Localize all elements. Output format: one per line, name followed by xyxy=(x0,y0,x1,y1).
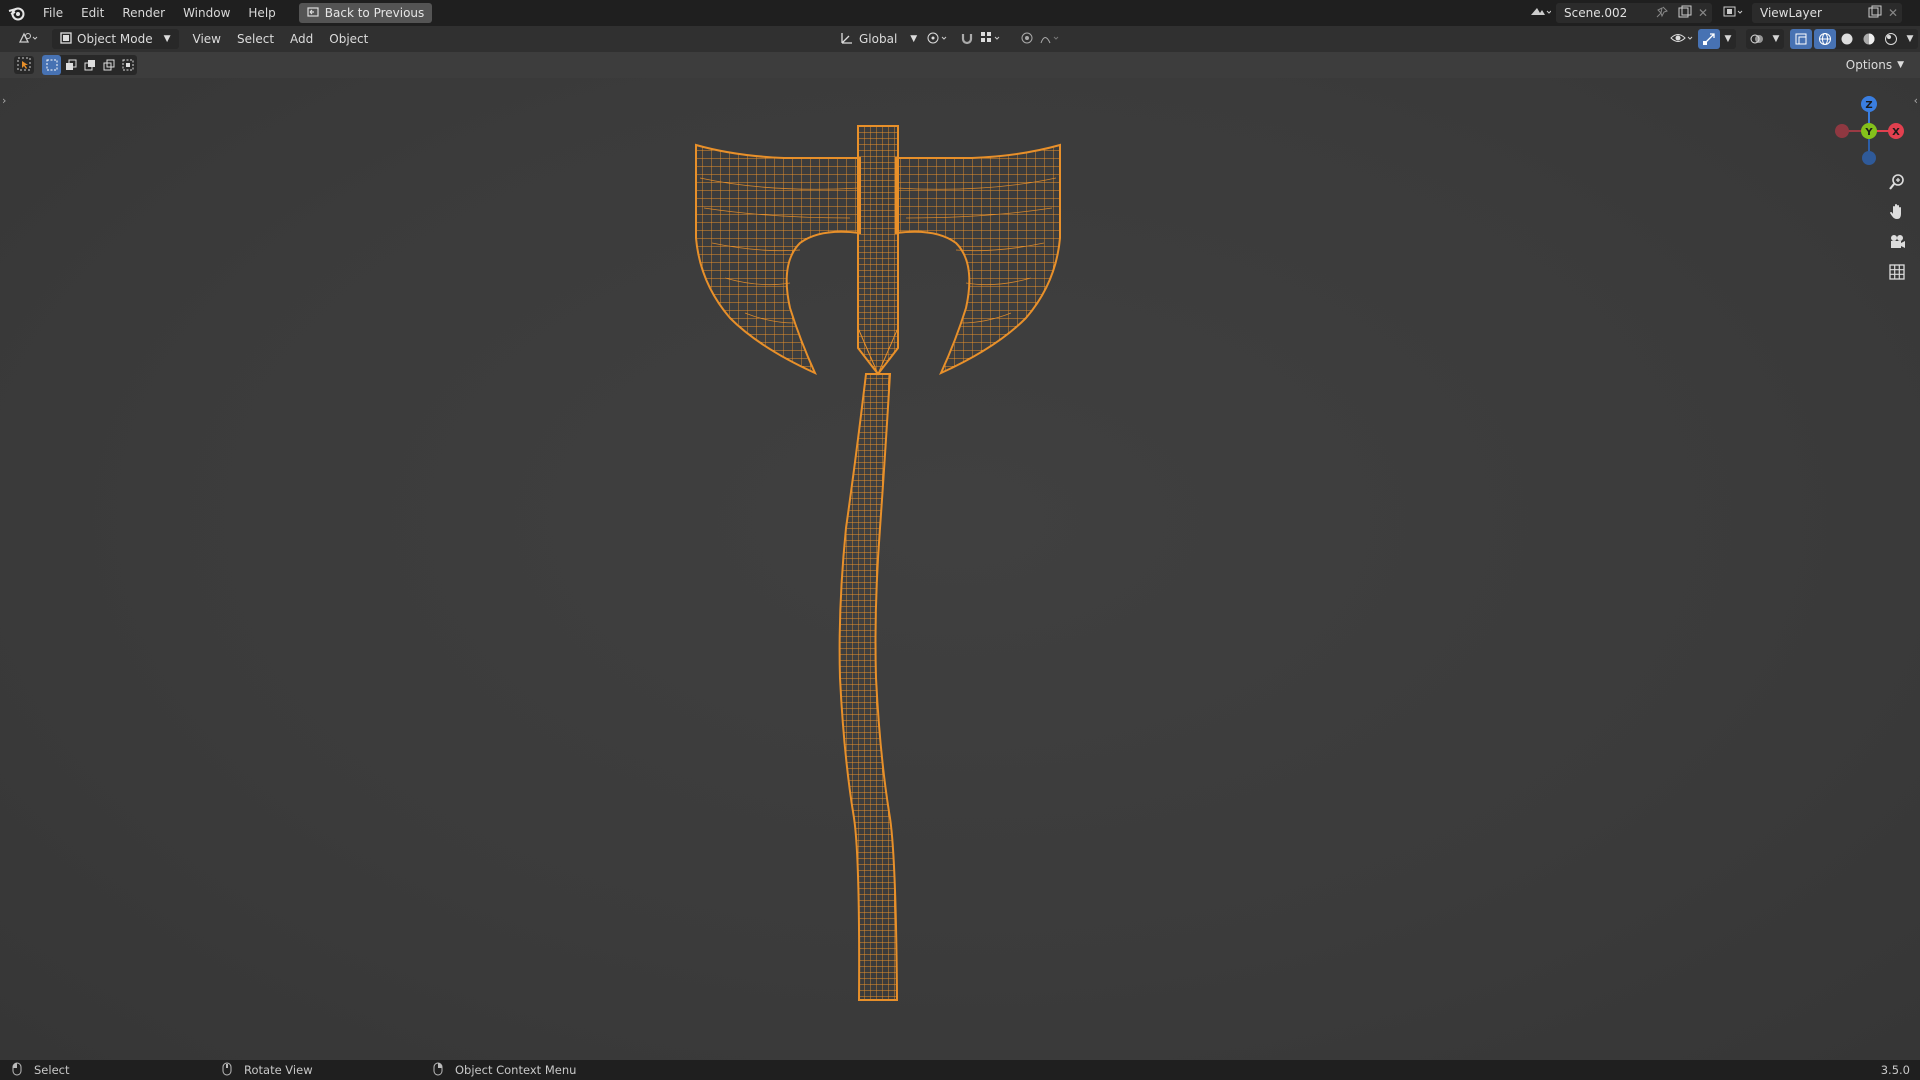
scene-browse-button[interactable] xyxy=(1524,3,1556,23)
options-label: Options xyxy=(1845,58,1893,72)
menu-render[interactable]: Render xyxy=(113,0,174,26)
menu-window[interactable]: Window xyxy=(174,0,239,26)
falloff-curve-icon xyxy=(1040,31,1064,48)
overlay-dropdown-icon[interactable]: ▼ xyxy=(1768,29,1784,49)
gizmo-neg-z[interactable] xyxy=(1862,151,1876,165)
mouse-middle-icon xyxy=(222,1062,232,1079)
eye-icon xyxy=(1670,31,1696,48)
tool-settings-bar: Options ▼ xyxy=(0,52,1920,78)
overlay-icon[interactable] xyxy=(1746,29,1768,49)
delete-scene-icon[interactable]: ✕ xyxy=(1698,6,1708,20)
viewlayer-name-field[interactable]: ViewLayer ✕ xyxy=(1752,3,1902,23)
shading-mode-group: ▼ xyxy=(1814,29,1918,49)
transform-orientation-dropdown[interactable]: Global ▼ xyxy=(832,29,925,49)
snap-grid-icon xyxy=(980,31,1004,48)
version-label: 3.5.0 xyxy=(1880,1063,1910,1077)
status-rotate-label: Rotate View xyxy=(244,1063,313,1077)
object-mode-icon xyxy=(60,31,72,47)
wireframe-shading-icon[interactable] xyxy=(1814,29,1836,49)
view-layer-name: ViewLayer xyxy=(1760,6,1822,20)
selection-mode-group xyxy=(42,55,137,75)
menu-view[interactable]: View xyxy=(185,29,229,49)
status-context-label: Object Context Menu xyxy=(455,1063,577,1077)
xray-toggle xyxy=(1790,29,1812,49)
menu-add[interactable]: Add xyxy=(282,29,321,49)
object-mode-dropdown[interactable]: Object Mode ▼ xyxy=(52,29,179,49)
back-icon xyxy=(307,6,319,21)
camera-view-button[interactable] xyxy=(1884,230,1910,256)
status-bar: Select Rotate View Object Context Menu 3… xyxy=(0,1060,1920,1080)
material-shading-icon[interactable] xyxy=(1858,29,1880,49)
viewport-header: Object Mode ▼ View Select Add Object Glo… xyxy=(0,26,1920,52)
new-viewlayer-icon[interactable] xyxy=(1868,5,1882,22)
status-context-menu: Object Context Menu xyxy=(433,1062,576,1079)
gizmo-z-label: Z xyxy=(1865,100,1872,111)
navigation-gizmo[interactable]: Z X Y xyxy=(1824,86,1914,176)
scene-name-field[interactable]: Scene.002 ✕ xyxy=(1556,3,1712,23)
chevron-down-icon: ▼ xyxy=(910,34,918,44)
orientation-icon xyxy=(840,31,854,48)
scene-name: Scene.002 xyxy=(1564,6,1628,20)
zoom-icon xyxy=(1888,173,1906,194)
axe-wireframe-mesh[interactable] xyxy=(0,78,1920,1060)
orientation-label: Global xyxy=(859,32,898,46)
gizmo-dropdown-icon[interactable]: ▼ xyxy=(1720,29,1736,49)
status-select-label: Select xyxy=(34,1063,70,1077)
3d-viewport[interactable]: › ‹ Z X Y xyxy=(0,78,1920,1060)
new-scene-icon[interactable] xyxy=(1678,5,1692,22)
gizmo-toggle-group: ▼ xyxy=(1698,29,1736,49)
editor-type-button[interactable] xyxy=(10,29,48,49)
back-button-label: Back to Previous xyxy=(324,6,425,20)
set-new-selection-icon[interactable] xyxy=(42,55,61,75)
hand-icon xyxy=(1888,203,1906,224)
solid-shading-icon[interactable] xyxy=(1836,29,1858,49)
gizmo-x-label: X xyxy=(1892,127,1900,138)
gizmo-neg-x[interactable] xyxy=(1835,124,1849,138)
snap-target-dropdown[interactable] xyxy=(972,29,1012,49)
menu-select[interactable]: Select xyxy=(229,29,282,49)
top-bar: File Edit Render Window Help Back to Pre… xyxy=(0,0,1920,26)
viewlayer-browse-button[interactable] xyxy=(1722,3,1750,23)
back-to-previous-button[interactable]: Back to Previous xyxy=(298,3,433,23)
falloff-dropdown[interactable] xyxy=(1032,29,1072,49)
viewport-editor-icon xyxy=(18,31,40,48)
blender-logo-icon[interactable] xyxy=(0,0,34,26)
pan-view-button[interactable] xyxy=(1884,200,1910,226)
ortho-toggle-button[interactable] xyxy=(1884,260,1910,286)
shading-dropdown-icon[interactable]: ▼ xyxy=(1902,29,1918,49)
menu-edit[interactable]: Edit xyxy=(72,0,113,26)
delete-viewlayer-icon[interactable]: ✕ xyxy=(1888,6,1898,20)
options-dropdown[interactable]: Options ▼ xyxy=(1838,55,1912,75)
overlay-toggle-group: ▼ xyxy=(1746,29,1784,49)
menu-file[interactable]: File xyxy=(34,0,72,26)
invert-selection-icon[interactable] xyxy=(99,55,118,75)
gizmo-toggle-icon[interactable] xyxy=(1698,29,1720,49)
scene-icon xyxy=(1529,5,1552,22)
status-select: Select xyxy=(12,1062,69,1079)
subtract-selection-icon[interactable] xyxy=(80,55,99,75)
intersect-selection-icon[interactable] xyxy=(118,55,137,75)
chevron-down-icon: ▼ xyxy=(163,34,171,44)
object-mode-label: Object Mode xyxy=(77,32,153,46)
grid-icon xyxy=(1888,263,1906,284)
extend-selection-icon[interactable] xyxy=(61,55,80,75)
pin-icon[interactable] xyxy=(1656,6,1668,21)
menu-help[interactable]: Help xyxy=(239,0,284,26)
xray-icon[interactable] xyxy=(1790,29,1812,49)
gizmo-y-label: Y xyxy=(1864,127,1873,138)
rendered-shading-icon[interactable] xyxy=(1880,29,1902,49)
view-layer-icon xyxy=(1722,5,1744,22)
pivot-icon xyxy=(926,31,950,48)
camera-icon xyxy=(1888,233,1906,254)
menu-object[interactable]: Object xyxy=(321,29,376,49)
status-rotate: Rotate View xyxy=(222,1062,313,1079)
zoom-view-button[interactable] xyxy=(1884,170,1910,196)
active-tool-button[interactable] xyxy=(14,56,34,74)
select-box-tool-icon xyxy=(17,57,31,74)
mouse-left-icon xyxy=(12,1062,22,1079)
chevron-down-icon: ▼ xyxy=(1897,60,1904,70)
mouse-right-icon xyxy=(433,1062,443,1079)
